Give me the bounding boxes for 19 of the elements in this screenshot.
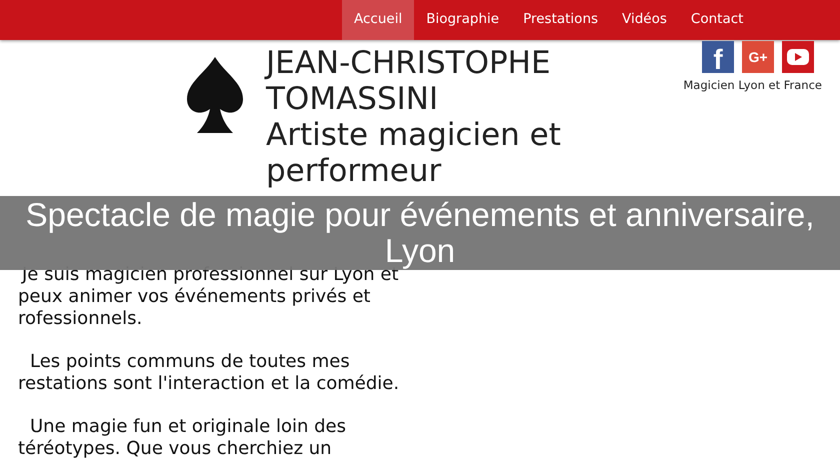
site-subtitle: Artiste magicien et (266, 117, 561, 153)
nav-link[interactable]: Accueil (342, 0, 414, 40)
text-line: Les points communs de toutes mes (29, 351, 351, 373)
facebook-icon[interactable]: f (702, 41, 734, 73)
text-line: peux animer vos événements privés et (18, 286, 372, 308)
text-line: restations sont l'interaction et la comédie. (18, 373, 400, 395)
text-line: rofessionnels. (18, 308, 144, 330)
nav-link[interactable]: Biographie (414, 0, 512, 40)
text-line: Une magie fun et originale loin des (29, 416, 347, 438)
text-line: téréotypes. Que vous cherchiez un (18, 438, 333, 460)
nav-link[interactable]: Prestations (511, 0, 610, 40)
play-icon[interactable] (782, 41, 814, 73)
nav-link[interactable]: Contact (678, 0, 756, 40)
googleplus-icon[interactable]: G+ (742, 41, 774, 73)
site-subtitle: performeur (266, 153, 442, 189)
site-title: JEAN-CHRISTOPHE (266, 45, 552, 81)
tagline: Magicien Lyon et France (683, 78, 822, 92)
site-title: TOMASSINI (266, 81, 440, 117)
nav-link[interactable]: Vidéos (610, 0, 679, 40)
